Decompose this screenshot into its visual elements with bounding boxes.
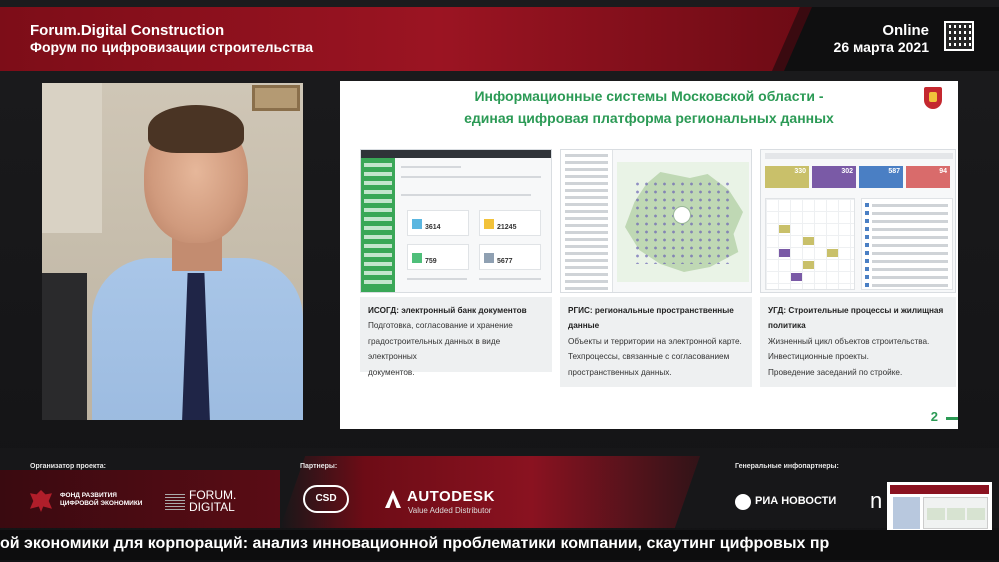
slide-page-underline	[946, 417, 958, 420]
ugd-line: Жизненный цикл объектов строительства.	[768, 336, 930, 346]
rgis-line: Объекты и территории на электронной карт…	[568, 336, 742, 346]
video-background-shelf	[42, 83, 102, 233]
event-subtitle: Форум по цифровизации строительства	[30, 39, 314, 55]
moscow-region-emblem-icon	[924, 87, 942, 109]
video-background-chair	[42, 273, 87, 420]
slide-title-line1: Информационные системы Московской област…	[474, 88, 824, 104]
isogd-card-value: 5677	[497, 258, 513, 265]
pip-speaker	[893, 497, 920, 529]
isogd-card: 5677	[479, 244, 541, 270]
forum-logo-mark-icon	[165, 492, 185, 510]
isogd-sidebar	[361, 158, 395, 292]
presentation-slide: Информационные системы Московской област…	[340, 81, 958, 429]
ugd-screenshot: 330 302 587 94	[760, 149, 956, 293]
fund-logo: ФОНД РАЗВИТИЯ ЦИФРОВОЙ ЭКОНОМИКИ	[60, 492, 142, 508]
isogd-heading-line	[401, 166, 461, 168]
autodesk-logo: AUTODESK	[407, 488, 495, 505]
slide-title-line2: единая цифровая платформа региональных д…	[464, 110, 834, 126]
fund-logo-line2: ЦИФРОВОЙ ЭКОНОМИКИ	[60, 500, 143, 507]
ria-logo: РИА НОВОСТИ	[755, 495, 837, 507]
news-ticker: ой экономики для корпораций: анализ инно…	[0, 530, 999, 560]
isogd-card: 759	[407, 244, 469, 270]
rgis-map	[617, 162, 749, 282]
ugd-calendar	[765, 198, 855, 290]
isogd-description: ИСОГД: электронный банк документов Подго…	[360, 297, 552, 377]
ugd-tile: 587	[859, 166, 903, 188]
isogd-card: 3614	[407, 210, 469, 236]
event-date: 26 марта 2021	[833, 39, 929, 55]
organizer-label: Организатор проекта:	[30, 463, 107, 470]
ugd-line: Проведение заседаний по стройке.	[768, 367, 903, 377]
isogd-line: градостроительных данных в виде электрон…	[368, 336, 501, 362]
ria-mark-icon	[735, 494, 751, 510]
isogd-title: ИСОГД: электронный банк документов	[368, 306, 527, 315]
infopartners-label: Генеральные инфопартнеры:	[735, 463, 839, 470]
fund-logo-line1: ФОНД РАЗВИТИЯ	[60, 492, 117, 499]
ugd-tile: 94	[906, 166, 950, 188]
isogd-card-value: 759	[425, 258, 437, 265]
isogd-text-line	[479, 278, 541, 280]
ugd-tile: 330	[765, 166, 809, 188]
event-title: Forum.Digital Construction	[30, 22, 225, 39]
forum-logo-line2: DIGITAL	[189, 500, 235, 514]
isogd-line: документов.	[368, 367, 415, 377]
ugd-tile: 302	[812, 166, 856, 188]
ugd-event-list	[861, 198, 953, 290]
isogd-card-value: 21245	[497, 224, 517, 231]
rgis-screenshot	[560, 149, 752, 293]
isogd-text-line	[401, 176, 541, 178]
partners-label: Партнеры:	[300, 463, 338, 470]
speaker-hair	[148, 105, 244, 153]
rgis-description: РГИС: региональные пространственные данн…	[560, 297, 752, 387]
event-mode: Online	[882, 22, 929, 39]
isogd-card-value: 3614	[425, 224, 441, 231]
isogd-line: Подготовка, согласование и хранение	[368, 321, 513, 331]
isogd-text-line	[407, 278, 467, 280]
stream-frame: Forum.Digital Construction Форум по цифр…	[0, 0, 999, 562]
isogd-card: 21245	[479, 210, 541, 236]
partner-logo-partial: n	[870, 488, 883, 513]
autodesk-subtitle: Value Added Distributor	[408, 506, 492, 515]
video-background-picture	[252, 85, 300, 111]
isogd-topbar	[361, 150, 551, 158]
ugd-heading-line	[765, 153, 953, 159]
slide-page-number: 2	[930, 409, 938, 424]
ticker-text: ой экономики для корпораций: анализ инно…	[0, 535, 830, 552]
rgis-line: пространственных данных.	[568, 367, 672, 377]
forum-digital-logo: FORUM. DIGITAL	[189, 489, 236, 513]
speaker-video	[42, 83, 303, 420]
rgis-layers-panel	[561, 150, 613, 292]
pip-header	[890, 485, 989, 494]
ugd-line: Инвестиционные проекты.	[768, 352, 869, 362]
isogd-screenshot: 3614 21245 759 5677	[360, 149, 552, 293]
ugd-title: УГД: Строительные процессы и жилищная по…	[768, 306, 944, 331]
moscow-city-shape	[673, 206, 691, 224]
rgis-title: РГИС: региональные пространственные данн…	[568, 306, 734, 331]
csd-logo: CSD	[303, 485, 349, 513]
ugd-description: УГД: Строительные процессы и жилищная по…	[760, 297, 956, 387]
qr-code-icon	[944, 21, 974, 51]
isogd-text-line	[401, 194, 531, 196]
pip-slide	[923, 497, 988, 529]
rgis-line: Техпроцессы, связанные с согласованием	[568, 352, 730, 362]
